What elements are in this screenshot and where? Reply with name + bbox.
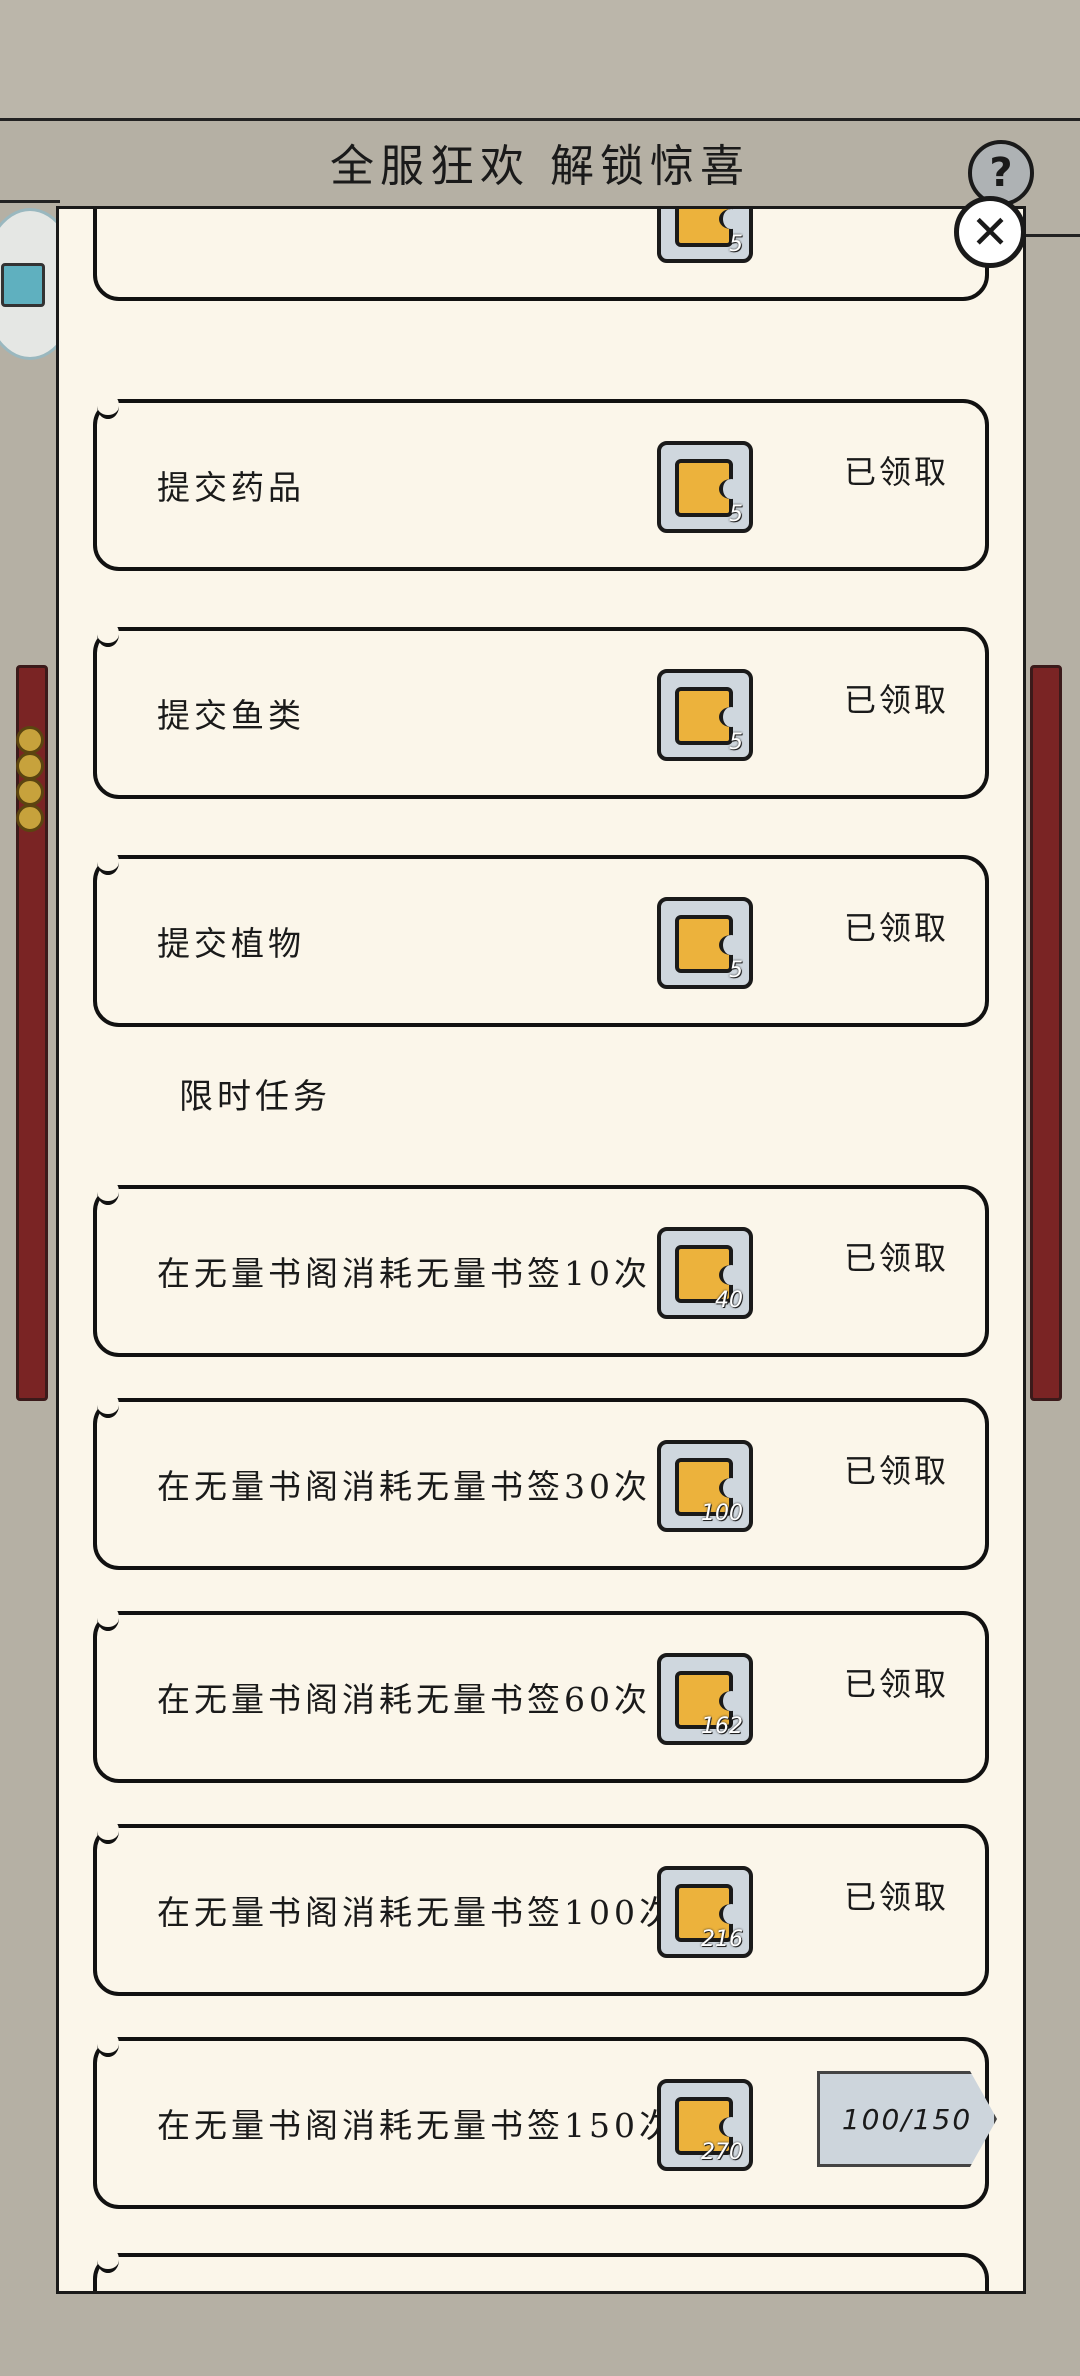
progress-tag[interactable]: 100/150 bbox=[817, 2071, 997, 2167]
claimed-status: 已领取 bbox=[843, 1452, 949, 1490]
task-card: 在无量书阁消耗无量书签10次 40 已领取 bbox=[93, 1179, 989, 1357]
claimed-status: 已领取 bbox=[843, 1878, 949, 1916]
reward-count: 162 bbox=[701, 1714, 743, 1739]
reward-count: 270 bbox=[701, 2140, 743, 2165]
coin-icon bbox=[16, 726, 44, 754]
task-card: 在无量书阁消耗无量书签100次 216 已领取 bbox=[93, 1818, 989, 1996]
reward-box: 162 bbox=[657, 1653, 753, 1745]
avatar-block-icon bbox=[1, 263, 45, 307]
right-scroll-ornament bbox=[1030, 665, 1062, 1401]
task-label: 提交鱼类 bbox=[157, 696, 305, 735]
task-card-partial bbox=[93, 2247, 989, 2291]
claimed-status: 已领取 bbox=[843, 1239, 949, 1277]
puzzle-piece-icon bbox=[675, 915, 743, 973]
reward-count: 5 bbox=[729, 730, 743, 755]
reward-count: 5 bbox=[729, 502, 743, 527]
claimed-status: 已领取 bbox=[843, 909, 949, 947]
background-divider bbox=[0, 200, 60, 203]
task-card: 在无量书阁消耗无量书签60次 162 已领取 bbox=[93, 1605, 989, 1783]
reward-box: 40 bbox=[657, 1227, 753, 1319]
reward-box: 5 bbox=[657, 441, 753, 533]
task-label: 在无量书阁消耗无量书签30次 bbox=[157, 1467, 651, 1506]
task-card: 提交植物 5 已领取 bbox=[93, 849, 989, 1027]
reward-count: 100 bbox=[701, 1501, 743, 1526]
task-card-partial: 5 bbox=[93, 209, 989, 301]
coin-icon bbox=[16, 804, 44, 832]
task-card: 在无量书阁消耗无量书签30次 100 已领取 bbox=[93, 1392, 989, 1570]
puzzle-piece-icon bbox=[675, 687, 743, 745]
claimed-status: 已领取 bbox=[843, 681, 949, 719]
reward-box: 5 bbox=[657, 669, 753, 761]
task-list: 5 提交药品 5 已领取 提交鱼类 5 已领取 提交植物 5 已领取 限时任务 … bbox=[59, 209, 1023, 2291]
task-card: 提交药品 5 已领取 bbox=[93, 393, 989, 571]
reward-box: 100 bbox=[657, 1440, 753, 1532]
reward-box: 216 bbox=[657, 1866, 753, 1958]
task-label: 在无量书阁消耗无量书签10次 bbox=[157, 1254, 651, 1293]
puzzle-piece-icon bbox=[675, 459, 743, 517]
reward-box: 5 bbox=[657, 897, 753, 989]
help-button[interactable]: ? bbox=[968, 140, 1034, 206]
task-label: 提交植物 bbox=[157, 924, 305, 963]
puzzle-piece-icon bbox=[675, 209, 743, 247]
background-top-strip bbox=[0, 0, 1080, 121]
task-label: 提交药品 bbox=[157, 468, 305, 507]
limited-tasks-title: 限时任务 bbox=[179, 1077, 331, 1117]
task-card: 在无量书阁消耗无量书签150次 270 100/150 bbox=[93, 2031, 997, 2209]
reward-count: 5 bbox=[729, 232, 743, 257]
task-label: 在无量书阁消耗无量书签100次 bbox=[157, 1893, 676, 1932]
reward-count: 216 bbox=[701, 1927, 743, 1952]
page-title: 全服狂欢 解锁惊喜 bbox=[330, 141, 750, 192]
reward-count: 40 bbox=[715, 1288, 743, 1313]
coin-icon bbox=[16, 752, 44, 780]
reward-count: 5 bbox=[729, 958, 743, 983]
reward-box: 5 bbox=[657, 209, 753, 263]
reward-box: 270 bbox=[657, 2079, 753, 2171]
task-label: 在无量书阁消耗无量书签150次 bbox=[157, 2106, 676, 2145]
task-card: 提交鱼类 5 已领取 bbox=[93, 621, 989, 799]
task-panel[interactable]: 5 提交药品 5 已领取 提交鱼类 5 已领取 提交植物 5 已领取 限时任务 … bbox=[56, 206, 1026, 2294]
claimed-status: 已领取 bbox=[843, 453, 949, 491]
close-button[interactable]: ✕ bbox=[954, 196, 1026, 268]
coin-icon bbox=[16, 778, 44, 806]
background-divider bbox=[1020, 234, 1080, 237]
claimed-status: 已领取 bbox=[843, 1665, 949, 1703]
task-label: 在无量书阁消耗无量书签60次 bbox=[157, 1680, 651, 1719]
